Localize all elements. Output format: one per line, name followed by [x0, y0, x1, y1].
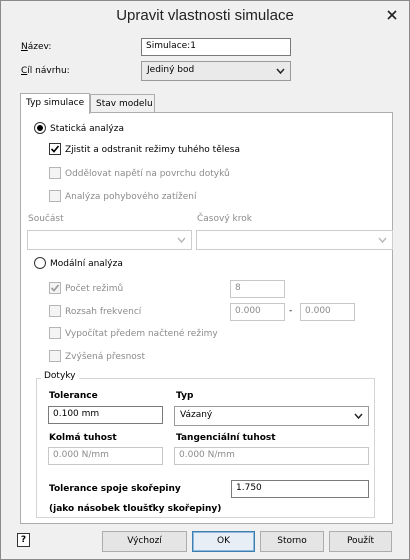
separate-contact-stress-label: Oddělovat napětí na povrchu dotyků — [65, 169, 230, 179]
part-label: Součást — [28, 214, 64, 224]
name-input[interactable]: Simulace:1 — [141, 38, 291, 56]
mode-count-checkbox[interactable] — [49, 282, 61, 294]
name-label: Název: — [21, 42, 52, 52]
tolerance-input[interactable]: 0.100 mm — [48, 406, 163, 424]
contacts-group-title: Dotyky — [41, 371, 79, 381]
motion-load-label: Analýza pohybového zatížení — [65, 192, 197, 202]
normal-stiffness-input[interactable]: 0.000 N/mm — [48, 447, 163, 465]
contact-type-select-value: Vázaný — [180, 410, 213, 420]
frequency-range-checkbox[interactable] — [49, 305, 61, 317]
timestep-label: Časový krok — [197, 214, 252, 224]
normal-stiffness-label: Kolmá tuhost — [49, 433, 117, 443]
static-analysis-radio[interactable] — [34, 122, 46, 134]
increased-precision-checkbox[interactable] — [49, 350, 61, 362]
chevron-down-icon — [177, 237, 186, 244]
target-label: Cíl návrhu: — [21, 66, 70, 76]
tolerance-label: Tolerance — [49, 391, 98, 401]
name-label-rest: ázev: — [27, 42, 52, 52]
help-icon[interactable]: ? — [17, 533, 30, 547]
radio-dot — [37, 125, 43, 131]
shell-tolerance-input[interactable]: 1.750 — [231, 480, 369, 498]
tangential-stiffness-input[interactable]: 0.000 N/mm — [174, 447, 369, 465]
tab-simulation-type[interactable]: Typ simulace — [20, 93, 90, 114]
close-icon[interactable] — [385, 8, 399, 22]
dialog-window: Upravit vlastnosti simulace Název: Simul… — [0, 0, 410, 560]
tab-model-state[interactable]: Stav modelu — [90, 94, 155, 113]
precompute-modes-label: Vypočítat předem načtené režimy — [65, 329, 218, 339]
frequency-separator: - — [289, 306, 293, 316]
timestep-select[interactable] — [196, 230, 393, 250]
ok-button[interactable]: OK — [192, 531, 255, 552]
static-analysis-label: Statická analýza — [50, 124, 124, 134]
modal-analysis-radio[interactable] — [34, 257, 46, 269]
mode-count-label: Počet režimů — [65, 284, 124, 294]
precompute-modes-checkbox[interactable] — [49, 327, 61, 339]
title-bar[interactable]: Upravit vlastnosti simulace — [1, 1, 409, 31]
target-select[interactable]: Jediný bod — [141, 61, 291, 81]
frequency-range-label: Rozsah frekvencí — [65, 307, 142, 317]
rigid-body-label: Zjistit a odstranit režimy tuhého tělesa — [65, 145, 240, 155]
apply-button[interactable]: Použít — [329, 531, 392, 552]
contact-type-select[interactable]: Vázaný — [174, 406, 369, 426]
increased-precision-label: Zvýšená přesnost — [65, 352, 145, 362]
part-select[interactable] — [27, 230, 192, 250]
target-select-value: Jediný bod — [147, 65, 195, 75]
tangential-stiffness-label: Tangenciální tuhost — [176, 433, 276, 443]
default-button[interactable]: Výchozí — [102, 531, 187, 552]
chevron-down-icon — [378, 237, 387, 244]
frequency-from-input[interactable]: 0.000 — [230, 303, 285, 321]
chevron-down-icon — [354, 413, 363, 420]
shell-tolerance-note: (jako násobek tloušťky skořepiny) — [49, 504, 222, 514]
chevron-down-icon — [276, 68, 285, 75]
cancel-button[interactable]: Storno — [260, 531, 324, 552]
window-title: Upravit vlastnosti simulace — [116, 7, 294, 24]
rigid-body-checkbox[interactable] — [49, 143, 61, 155]
contact-type-label: Typ — [176, 391, 194, 401]
modal-analysis-label: Modální analýza — [50, 259, 123, 269]
checkmark-icon — [50, 145, 60, 153]
frequency-to-input[interactable]: 0.000 — [300, 303, 355, 321]
shell-tolerance-label: Tolerance spoje skořepiny — [49, 484, 181, 494]
separate-contact-stress-checkbox[interactable] — [49, 167, 61, 179]
motion-load-checkbox[interactable] — [49, 190, 61, 202]
checkmark-icon — [50, 284, 60, 292]
mode-count-input[interactable]: 8 — [230, 280, 285, 298]
